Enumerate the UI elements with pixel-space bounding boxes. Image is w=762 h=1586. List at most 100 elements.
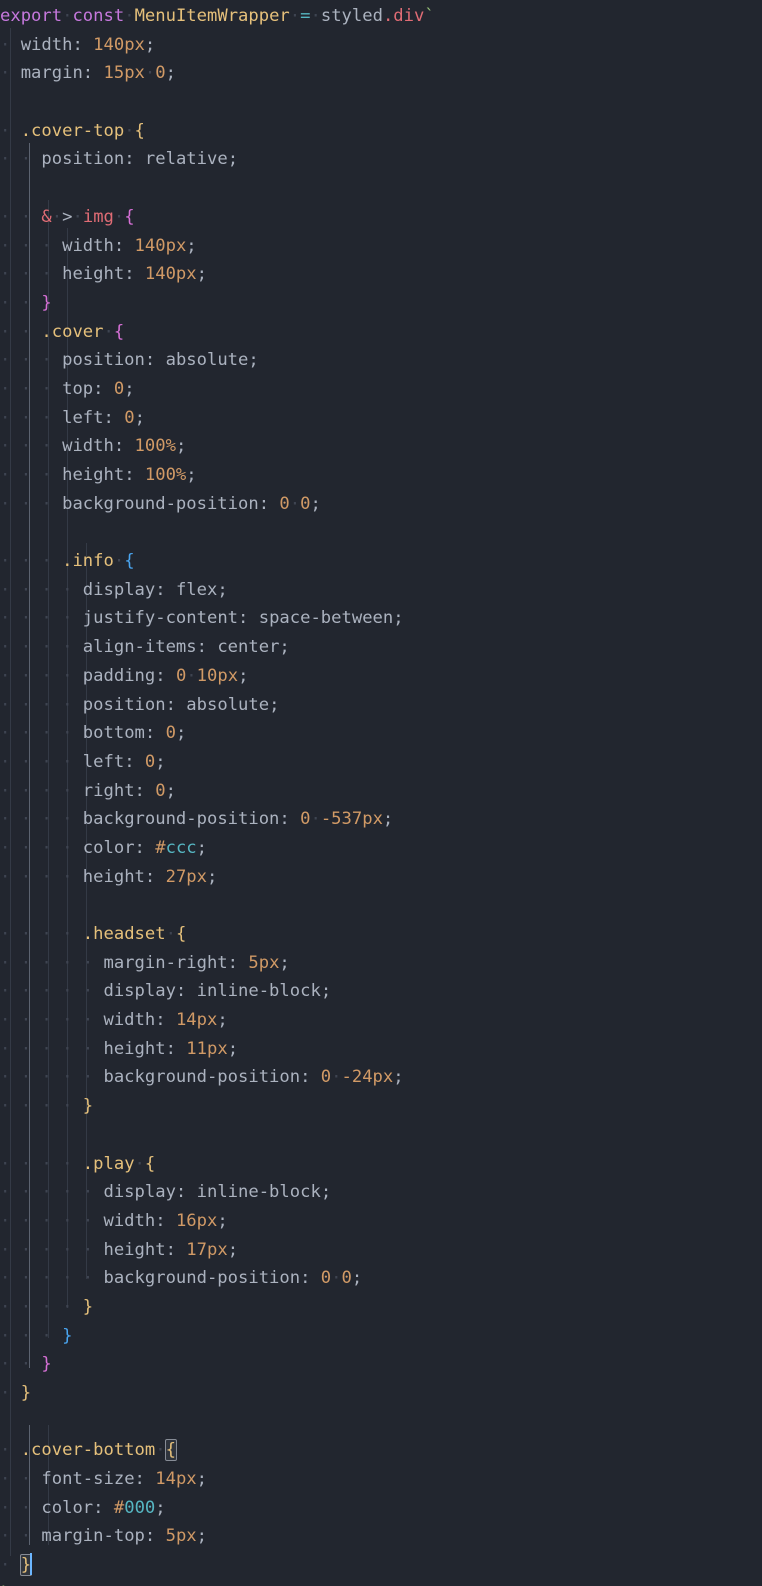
code-line[interactable]: · · · · color: #ccc; (0, 834, 435, 863)
code-line[interactable]: · width: 140px; (0, 31, 435, 60)
code-line[interactable] (0, 1121, 435, 1150)
code-token: : (300, 1067, 321, 1088)
code-token: 14px (175, 1010, 218, 1031)
code-token: : (175, 981, 197, 1002)
code-line[interactable]: · · · .info·{ (0, 547, 435, 576)
code-token: : (124, 149, 145, 170)
whitespace-dots: · · · · · (0, 1239, 104, 1260)
code-line[interactable]: · · · · left: 0; (0, 748, 435, 777)
code-token: 0 (300, 809, 311, 830)
code-token: space-between (258, 608, 394, 629)
code-line[interactable]: · · · · · display: inline-block; (0, 1178, 435, 1207)
code-token: { (134, 120, 145, 141)
code-token: ; (238, 665, 249, 686)
code-token: ; (393, 1067, 404, 1088)
code-token: : (155, 1210, 176, 1231)
code-line[interactable]: · · · · display: flex; (0, 576, 435, 605)
code-line[interactable] (0, 1408, 435, 1437)
code-line[interactable]: · · · height: 100%; (0, 461, 435, 490)
code-line[interactable]: · · · height: 140px; (0, 260, 435, 289)
code-line[interactable]: · · · · bottom: 0; (0, 719, 435, 748)
code-line[interactable]: · · · position: absolute; (0, 346, 435, 375)
code-line[interactable]: · · · · height: 27px; (0, 863, 435, 892)
code-token: display (103, 1182, 176, 1203)
code-line[interactable]: · · · · · margin-right: 5px; (0, 949, 435, 978)
code-line[interactable]: · } (0, 1551, 435, 1580)
code-line[interactable]: · } (0, 1379, 435, 1408)
code-token: ; (175, 436, 187, 457)
code-line[interactable]: · · · · · width: 14px; (0, 1006, 435, 1035)
code-token: 140px (93, 34, 145, 55)
code-line[interactable] (0, 88, 435, 117)
code-token: : (134, 1469, 156, 1490)
whitespace-dots: · · · · (0, 751, 83, 772)
code-line[interactable]: · · · · } (0, 1293, 435, 1322)
code-line[interactable] (0, 891, 435, 920)
code-line[interactable]: · · · background-position: 0·0; (0, 490, 435, 519)
code-line[interactable]: · · color: #000; (0, 1494, 435, 1523)
code-token: } (20, 1383, 32, 1403)
code-line[interactable]: · · · · } (0, 1092, 435, 1121)
whitespace-dot: · (165, 924, 176, 944)
code-line[interactable]: · · position: relative; (0, 145, 435, 174)
code-line[interactable]: · · · · padding: 0·10px; (0, 662, 435, 691)
code-line[interactable]: · · · · justify-content: space-between; (0, 604, 435, 633)
code-line[interactable]: · · · } (0, 1322, 435, 1351)
code-line[interactable]: · · · top: 0; (0, 375, 435, 404)
code-token: } (62, 1325, 73, 1346)
code-line[interactable]: export·const·MenuItemWrapper·=·styled.di… (0, 2, 435, 31)
code-line[interactable]: · · · · background-position: 0·-537px; (0, 805, 435, 834)
code-line[interactable]: · · · · .headset·{ (0, 920, 435, 949)
code-line[interactable]: · · font-size: 14px; (0, 1465, 435, 1494)
whitespace-dots: · · · · · (0, 952, 104, 973)
code-line[interactable]: · margin: 15px·0; (0, 59, 435, 88)
whitespace-dots: · · · (0, 465, 63, 485)
code-token: width (103, 1210, 156, 1231)
code-line[interactable]: · · · · · background-position: 0·0; (0, 1264, 435, 1293)
code-token: # (113, 1497, 125, 1518)
whitespace-dots: · · · (0, 350, 63, 371)
code-token: : (124, 465, 145, 485)
whitespace-dots: · · · · (0, 608, 83, 629)
code-line[interactable]: · · · · position: absolute; (0, 691, 435, 720)
code-token: : (134, 837, 156, 858)
code-line[interactable]: · · · · align-items: center; (0, 633, 435, 662)
code-token: ; (217, 1210, 228, 1231)
code-token: height (103, 1239, 166, 1260)
code-line[interactable]: · · } (0, 1350, 435, 1379)
code-line[interactable]: · · · left: 0; (0, 404, 435, 433)
code-token: : (124, 751, 145, 772)
code-editor[interactable]: export·const·MenuItemWrapper·=·styled.di… (0, 0, 762, 1586)
code-line[interactable]: · · · · · background-position: 0·-24px; (0, 1063, 435, 1092)
code-line[interactable] (0, 174, 435, 203)
code-line[interactable]: · · &·>·img·{ (0, 203, 435, 232)
code-line[interactable]: · · · · · display: inline-block; (0, 977, 435, 1006)
code-line[interactable]: · · · · · height: 17px; (0, 1236, 435, 1265)
code-token: .cover (41, 321, 104, 342)
code-token: { (144, 1153, 156, 1174)
code-token: ; (320, 1182, 332, 1203)
code-line[interactable]: · .cover-bottom·{ (0, 1436, 435, 1465)
code-token: 0 (320, 1268, 332, 1289)
code-token: ; (196, 1469, 208, 1490)
code-line[interactable]: · .cover-top·{ (0, 117, 435, 146)
code-line[interactable]: · · margin-top: 5px; (0, 1522, 435, 1551)
whitespace-dots: · (0, 1440, 21, 1461)
code-token: justify-content (82, 608, 239, 629)
code-token: .headset (82, 924, 166, 944)
code-line[interactable]: · · · width: 100%; (0, 432, 435, 461)
code-line[interactable] (0, 518, 435, 547)
code-line[interactable]: · · · width: 140px; (0, 232, 435, 261)
code-content[interactable]: export·const·MenuItemWrapper·=·styled.di… (0, 0, 435, 1586)
code-line[interactable]: · · · · · height: 11px; (0, 1035, 435, 1064)
code-line[interactable]: · · · · right: 0; (0, 777, 435, 806)
code-line[interactable]: · · · · · width: 16px; (0, 1207, 435, 1236)
code-line[interactable]: ` (0, 1580, 435, 1586)
code-token: padding (82, 665, 156, 686)
code-line[interactable]: · · .cover·{ (0, 318, 435, 347)
code-line[interactable]: · · · · .play·{ (0, 1150, 435, 1179)
code-token: 0 (113, 378, 125, 399)
code-token: ; (186, 235, 197, 256)
code-line[interactable]: · · } (0, 289, 435, 318)
code-token: width (20, 34, 73, 55)
